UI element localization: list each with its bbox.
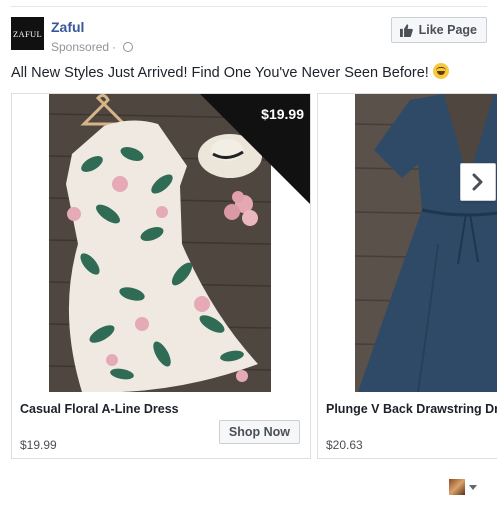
- actor-avatar[interactable]: [449, 479, 465, 495]
- product-image-navy-dress[interactable]: [318, 94, 497, 392]
- card-details: Casual Floral A-Line Dress Shop Now $19.…: [12, 392, 310, 459]
- product-title[interactable]: Plunge V Back Drawstring Dress: [326, 402, 497, 416]
- product-title[interactable]: Casual Floral A-Line Dress: [20, 402, 179, 416]
- product-carousel: $19.99 Casual Floral A-Line Dress Shop N…: [11, 93, 497, 460]
- floral-dress-photo: [12, 94, 310, 392]
- sponsored-line: Sponsored ·: [51, 40, 134, 54]
- carousel-card[interactable]: $19.99 Casual Floral A-Line Dress Shop N…: [11, 93, 311, 459]
- sponsored-label[interactable]: Sponsored: [51, 40, 109, 54]
- emoji-grin-icon: [432, 63, 449, 79]
- shop-now-button[interactable]: Shop Now: [218, 420, 300, 444]
- top-divider: [10, 6, 487, 7]
- product-price: $19.99: [20, 438, 57, 452]
- carousel-card[interactable]: Plunge V Back Drawstring Dress $20.63: [317, 93, 497, 459]
- post-header: ZAFUL Zaful Sponsored · Like Page: [11, 17, 487, 57]
- carousel-next-button[interactable]: [460, 163, 496, 201]
- navy-dress-photo: [318, 94, 497, 392]
- like-page-button[interactable]: Like Page: [390, 17, 487, 43]
- page-logo[interactable]: ZAFUL: [11, 17, 44, 50]
- chevron-right-icon: [472, 173, 483, 191]
- product-image-floral-dress[interactable]: $19.99: [12, 94, 310, 392]
- product-price: $20.63: [326, 438, 363, 452]
- caption-text: All New Styles Just Arrived! Find One Yo…: [11, 65, 429, 81]
- thumbs-up-icon: [399, 23, 413, 37]
- globe-icon: [123, 42, 134, 52]
- price-badge: $19.99: [261, 106, 304, 122]
- caret-down-icon[interactable]: [469, 485, 477, 490]
- page-name-link[interactable]: Zaful: [51, 19, 84, 35]
- like-page-label: Like Page: [418, 23, 477, 37]
- card-details: Plunge V Back Drawstring Dress $20.63: [318, 392, 497, 459]
- separator-dot: ·: [112, 40, 117, 54]
- post-caption: All New Styles Just Arrived! Find One Yo…: [11, 63, 449, 81]
